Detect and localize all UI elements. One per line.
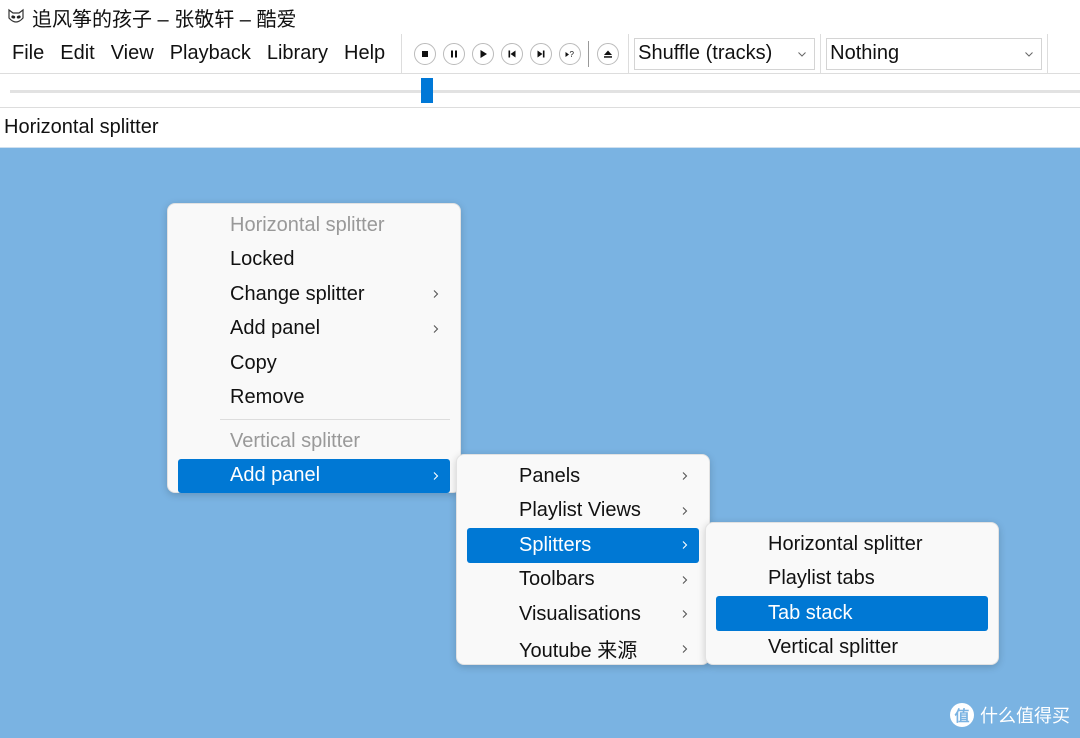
menu-item-playlist-tabs[interactable]: Playlist tabs — [716, 562, 988, 597]
next-button[interactable] — [529, 42, 552, 65]
toolbar-separator — [588, 40, 590, 67]
eject-button[interactable] — [596, 42, 619, 65]
menu-file[interactable]: File — [4, 42, 52, 65]
menu-item-visualisations[interactable]: Visualisations — [467, 597, 699, 632]
menu-item-youtube-source[interactable]: Youtube 来源 — [467, 632, 699, 667]
menu-item-remove[interactable]: Remove — [178, 381, 450, 416]
menu-separator — [220, 419, 450, 420]
pause-button[interactable] — [442, 42, 465, 65]
window-title: 追风筝的孩子 – 张敬轩 – 酷爱 — [32, 8, 297, 31]
chevron-right-icon — [433, 324, 439, 333]
random-button[interactable]: ? — [558, 42, 581, 65]
menu-playback[interactable]: Playback — [162, 42, 259, 65]
menu-item-change-splitter[interactable]: Change splitter — [178, 277, 450, 312]
transport-controls: ? — [402, 34, 630, 73]
playback-order-select[interactable]: Shuffle (tracks) — [634, 37, 816, 70]
stop-after-value: Nothing — [830, 42, 900, 64]
menu-edit[interactable]: Edit — [52, 42, 102, 65]
splitters-submenu: Horizontal splitter Playlist tabs Tab st… — [705, 522, 999, 665]
menu-item-add-panel-vertical[interactable]: Add panel — [178, 458, 450, 493]
random-icon: ? — [565, 50, 574, 59]
chevron-right-icon — [682, 506, 688, 515]
menu-bar: File Edit View Playback Library Help — [0, 34, 403, 73]
previous-button[interactable] — [500, 42, 523, 65]
play-button[interactable] — [471, 42, 494, 65]
svg-text:?: ? — [569, 50, 574, 59]
add-panel-submenu: Panels Playlist Views Splitters Toolbars… — [456, 454, 710, 665]
fox-mask-icon — [6, 7, 26, 27]
playback-order-wrap: Shuffle (tracks) — [629, 34, 822, 73]
stop-after-select[interactable]: Nothing — [826, 37, 1043, 70]
seek-bar[interactable] — [0, 74, 1080, 108]
menu-view[interactable]: View — [103, 42, 162, 65]
chevron-right-icon — [433, 471, 439, 480]
chevron-right-icon — [682, 644, 688, 653]
context-menu: Horizontal splitter Locked Change splitt… — [167, 203, 461, 493]
stop-after-wrap: Nothing — [821, 34, 1049, 73]
menu-header-vertical-splitter: Vertical splitter — [230, 429, 361, 452]
title-bar: 追风筝的孩子 – 张敬轩 – 酷爱 — [0, 0, 1080, 34]
watermark-logo-icon: 值 — [950, 703, 974, 727]
menu-item-panels[interactable]: Panels — [467, 459, 699, 494]
seek-track[interactable] — [10, 90, 1080, 93]
menu-library[interactable]: Library — [259, 42, 336, 65]
playback-order-value: Shuffle (tracks) — [638, 42, 773, 64]
menu-item-toolbars[interactable]: Toolbars — [467, 563, 699, 598]
watermark-text: 什么值得买 — [980, 706, 1070, 726]
seek-thumb[interactable] — [421, 78, 434, 103]
chevron-right-icon — [433, 290, 439, 299]
panel-label: Horizontal splitter — [0, 108, 1080, 148]
menu-item-vertical-splitter[interactable]: Vertical splitter — [716, 631, 988, 666]
chevron-right-icon — [682, 575, 688, 584]
chevron-down-icon — [1025, 51, 1033, 57]
chevron-right-icon — [682, 610, 688, 619]
menu-item-copy[interactable]: Copy — [178, 346, 450, 381]
panel-label-text: Horizontal splitter — [4, 116, 159, 138]
next-icon — [537, 50, 545, 57]
menu-item-add-panel[interactable]: Add panel — [178, 312, 450, 347]
menu-header-horizontal-splitter: Horizontal splitter — [230, 213, 385, 236]
play-icon — [480, 49, 487, 58]
menu-item-splitters[interactable]: Splitters — [467, 528, 699, 563]
eject-icon — [603, 50, 612, 58]
menu-item-locked[interactable]: Locked — [178, 243, 450, 278]
menu-item-playlist-views[interactable]: Playlist Views — [467, 494, 699, 529]
menu-item-tab-stack[interactable]: Tab stack — [716, 596, 988, 631]
chevron-down-icon — [798, 51, 806, 57]
stop-button[interactable] — [413, 42, 436, 65]
toolbar: File Edit View Playback Library Help ? S… — [0, 34, 1080, 74]
stop-icon — [421, 50, 428, 57]
chevron-right-icon — [682, 472, 688, 481]
pause-icon — [450, 50, 457, 57]
previous-icon — [508, 50, 516, 57]
menu-item-horizontal-splitter[interactable]: Horizontal splitter — [716, 527, 988, 562]
chevron-right-icon — [682, 541, 688, 550]
watermark: 值 什么值得买 — [950, 702, 1070, 728]
menu-help[interactable]: Help — [336, 42, 393, 65]
